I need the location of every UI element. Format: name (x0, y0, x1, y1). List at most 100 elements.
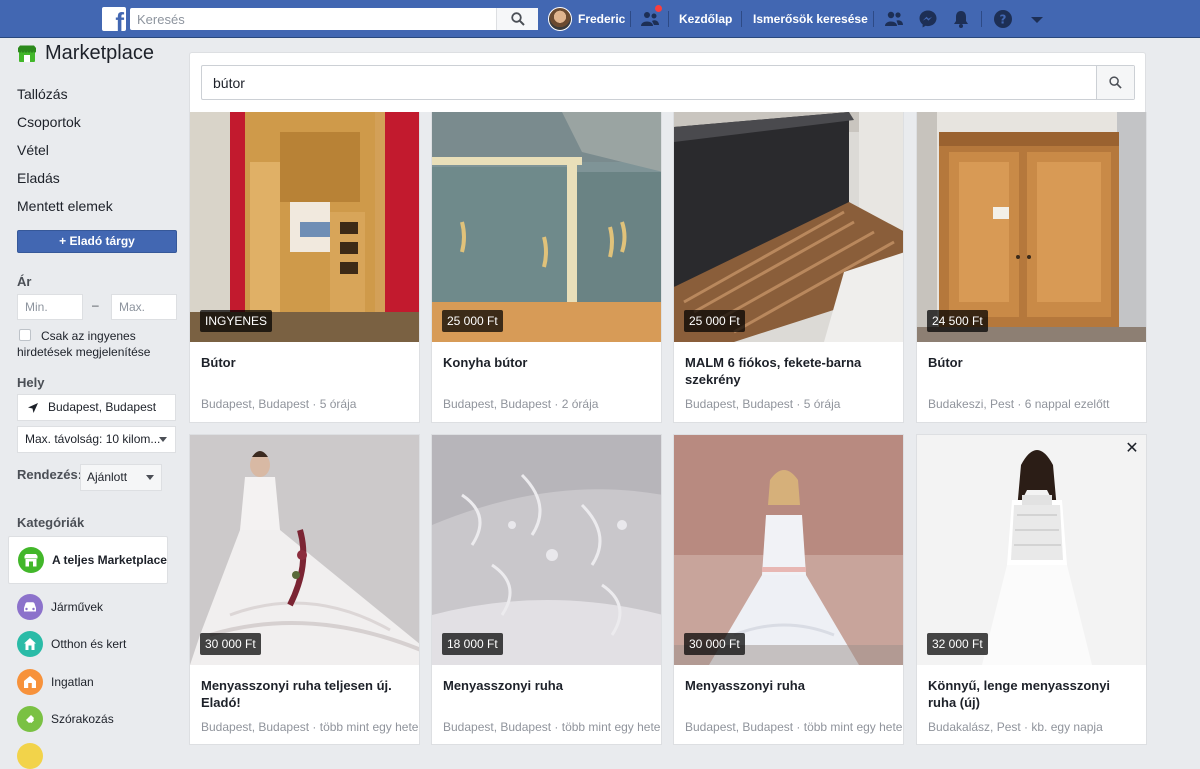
avatar (548, 7, 572, 31)
top-navigation-bar: f Frederic Kezdőlap Ismerősök keresése ? (0, 0, 1200, 38)
home-icon (17, 631, 43, 657)
listing-title: Bútor (201, 355, 236, 370)
category-partial-icon (17, 743, 43, 769)
profile-name: Frederic (578, 12, 626, 26)
svg-text:?: ? (1000, 13, 1007, 27)
hide-listing-close-icon[interactable]: ✕ (1124, 441, 1140, 457)
listing-title: MALM 6 fiókos, fekete-barna szekrény (685, 355, 862, 387)
listing-photo: 25 000 Ft (674, 112, 903, 342)
listing-price: 30 000 Ft (684, 633, 745, 655)
global-search-button[interactable] (496, 8, 538, 30)
marketplace-header[interactable]: Marketplace (17, 42, 154, 65)
listing-photo: 18 000 Ft (432, 435, 661, 665)
home-link[interactable]: Kezdőlap (679, 12, 732, 26)
divider (630, 11, 631, 27)
listing-meta: Budapest, Budapest · 2 órája (443, 397, 599, 411)
category-label: A teljes Marketplace (52, 552, 167, 567)
category-label: Járművek (51, 599, 104, 614)
listing-price: 30 000 Ft (200, 633, 261, 655)
sort-value: Ajánlott (87, 470, 128, 484)
ticket-icon (17, 706, 43, 732)
listing-card[interactable]: 30 000 Ft Menyasszonyi ruha Budapest, Bu… (673, 434, 904, 745)
listing-title: Könnyű, lenge menyasszonyi ruha (új) (928, 678, 1111, 710)
location-input[interactable]: Budapest, Budapest (17, 394, 176, 421)
search-icon (511, 12, 525, 26)
messenger-icon[interactable] (918, 9, 938, 29)
listing-meta: Budapest, Budapest · több mint egy hete (685, 720, 903, 734)
listing-photo: 24 500 Ft (917, 112, 1146, 342)
store-icon (18, 547, 44, 573)
friend-requests-icon[interactable] (884, 9, 904, 29)
marketplace-store-icon (18, 45, 36, 62)
search-icon (1109, 76, 1122, 89)
marketplace-search-panel: bútor (189, 52, 1146, 112)
sidebar-item-buying[interactable]: Vétel (17, 142, 49, 158)
listing-title: Konyha bútor (443, 355, 528, 370)
listing-price: 25 000 Ft (442, 310, 503, 332)
listing-card[interactable]: 18 000 Ft Menyasszonyi ruha Budapest, Bu… (431, 434, 662, 745)
listing-price: 32 000 Ft (927, 633, 988, 655)
marketplace-sidebar: Marketplace Tallózás Csoportok Vétel Ela… (0, 38, 180, 769)
listing-card[interactable]: 32 000 Ft ✕ Könnyű, lenge menyasszonyi r… (916, 434, 1147, 745)
listing-card[interactable]: 25 000 Ft MALM 6 fiókos, fekete-barna sz… (673, 112, 904, 423)
search-query: bútor (213, 75, 245, 91)
sidebar-item-browse[interactable]: Tallózás (17, 86, 68, 102)
find-friends-link[interactable]: Ismerősök keresése (753, 12, 868, 26)
sort-label: Rendezés: (17, 467, 83, 482)
profile-link[interactable]: Frederic (548, 7, 625, 31)
price-min-input[interactable]: Min. (17, 294, 83, 320)
divider (873, 11, 874, 27)
listing-meta: Budapest, Budapest · 5 órája (201, 397, 357, 411)
divider (668, 11, 669, 27)
listing-title: Menyasszonyi ruha (443, 678, 563, 693)
listing-card[interactable]: INGYENES Bútor Budapest, Budapest · 5 ór… (189, 112, 420, 423)
house-icon (17, 669, 43, 695)
notification-dot (654, 4, 663, 13)
global-search (130, 8, 538, 30)
marketplace-search-input[interactable]: bútor (201, 65, 1135, 100)
listing-card[interactable]: 30 000 Ft Menyasszonyi ruha teljesen új.… (189, 434, 420, 745)
account-menu-chevron-down-icon[interactable] (1027, 10, 1047, 30)
listing-price: INGYENES (200, 310, 273, 332)
distance-select[interactable]: Max. távolság: 10 kilom... (17, 426, 176, 453)
listing-title: Menyasszonyi ruha teljesen új. Eladó! (201, 678, 392, 710)
listing-meta: Budakeszi, Pest · 6 nappal ezelőtt (928, 397, 1110, 411)
notifications-bell-icon[interactable] (951, 9, 971, 29)
sidebar-item-saved[interactable]: Mentett elemek (17, 198, 113, 214)
category-label: Szórakozás (51, 711, 114, 726)
price-range-dash: – (92, 298, 99, 312)
help-icon[interactable]: ? (993, 9, 1013, 29)
sidebar-item-groups[interactable]: Csoportok (17, 114, 81, 130)
marketplace-search-button[interactable] (1096, 66, 1134, 99)
global-search-input[interactable] (130, 8, 500, 30)
listing-photo: 32 000 Ft ✕ (917, 435, 1146, 665)
listing-title: Menyasszonyi ruha (685, 678, 805, 693)
category-label: Otthon és kert (51, 636, 127, 651)
location-value: Budapest, Budapest (48, 400, 157, 414)
sell-item-button[interactable]: + Eladó tárgy (17, 230, 177, 253)
location-filter-label: Hely (17, 375, 45, 390)
listing-meta: Budakalász, Pest · kb. egy napja (928, 720, 1103, 734)
listing-photo: 25 000 Ft (432, 112, 661, 342)
category-item-entertainment[interactable]: Szórakozás (8, 695, 168, 743)
listing-card[interactable]: 25 000 Ft Konyha bútor Budapest, Budapes… (431, 112, 662, 423)
facebook-logo-icon[interactable]: f (102, 7, 126, 31)
listing-price: 18 000 Ft (442, 633, 503, 655)
divider (741, 11, 742, 27)
sidebar-item-selling[interactable]: Eladás (17, 170, 60, 186)
listing-meta: Budapest, Budapest · 5 órája (685, 397, 841, 411)
price-max-input[interactable]: Max. (111, 294, 177, 320)
page-title: Marketplace (45, 42, 154, 64)
category-label: Ingatlan (51, 674, 94, 689)
listing-photo: 30 000 Ft (190, 435, 419, 665)
distance-chevron-down-icon (159, 437, 167, 442)
listing-card[interactable]: 24 500 Ft Bútor Budakeszi, Pest · 6 napp… (916, 112, 1147, 423)
listing-meta: Budapest, Budapest · több mint egy hete (443, 720, 661, 734)
car-icon (17, 594, 43, 620)
distance-value: Max. távolság: 10 kilom... (25, 432, 161, 446)
sort-chevron-down-icon (146, 475, 154, 480)
listing-price: 24 500 Ft (927, 310, 988, 332)
categories-label: Kategóriák (17, 515, 85, 530)
category-item-all-marketplace[interactable]: A teljes Marketplace (8, 536, 168, 584)
divider (981, 11, 982, 27)
